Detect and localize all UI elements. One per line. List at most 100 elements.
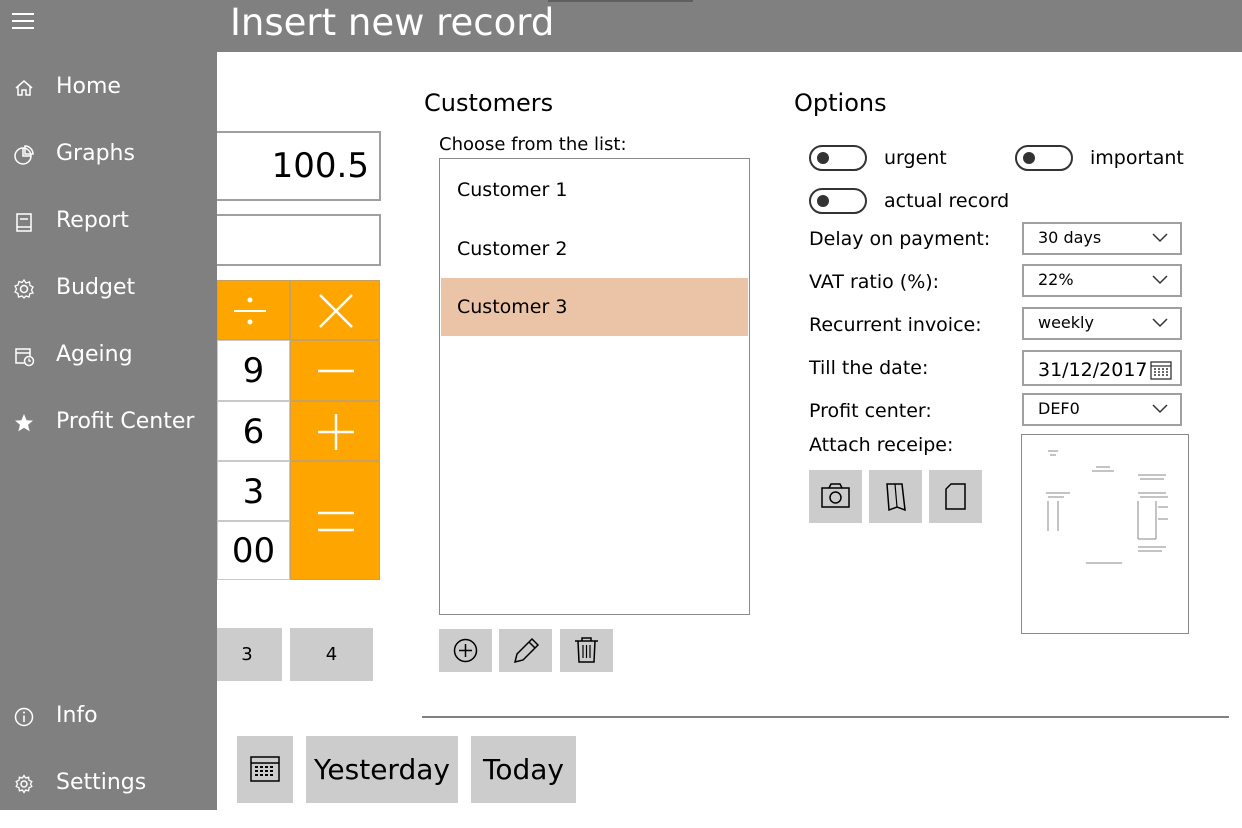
urgent-toggle[interactable] (809, 145, 867, 171)
profit-center-label: Profit center: (809, 400, 932, 422)
equals-icon (318, 511, 354, 532)
sidebar-item-label: Ageing (56, 342, 133, 367)
customers-heading: Customers (424, 89, 554, 117)
file-button[interactable] (929, 470, 982, 523)
navigation-pane: Home Graphs Report Budget Ageing Profit … (0, 0, 217, 810)
list-item-selected[interactable]: Customer 3 (441, 278, 748, 336)
sidebar-item-report[interactable]: Report (0, 200, 217, 244)
title-notch (548, 0, 693, 2)
sidebar-item-settings[interactable]: Settings (0, 762, 217, 806)
equals-key[interactable] (290, 461, 380, 580)
sidebar-item-label: Info (56, 703, 98, 728)
toggle-knob (1023, 152, 1035, 164)
plus-key[interactable] (290, 401, 380, 461)
page-3-button[interactable]: 3 (212, 628, 282, 681)
chevron-down-icon (1152, 318, 1168, 328)
receipt-thumbnail-image (1046, 450, 1168, 564)
document-fold-icon (886, 483, 906, 512)
multiply-icon (319, 294, 353, 328)
till-date-picker[interactable]: 31/12/2017 (1022, 350, 1182, 386)
add-circle-icon (453, 638, 478, 663)
pie-chart-icon (14, 145, 34, 165)
chevron-down-icon (1152, 404, 1168, 414)
important-toggle[interactable] (1015, 145, 1073, 171)
section-divider (422, 716, 1229, 718)
recurrent-value: weekly (1038, 313, 1094, 332)
important-label: important (1090, 147, 1184, 169)
today-button[interactable]: Today (471, 736, 576, 803)
minus-icon (318, 369, 354, 373)
minus-key[interactable] (290, 340, 380, 401)
sidebar-item-label: Budget (56, 275, 136, 300)
customers-prompt: Choose from the list: (439, 134, 627, 155)
camera-icon (821, 483, 850, 508)
list-item[interactable]: Customer 2 (441, 220, 748, 278)
delay-label: Delay on payment: (809, 228, 991, 250)
customer-list[interactable]: Customer 1 Customer 2 Customer 3 (439, 158, 750, 615)
page-title: Insert new record (230, 1, 555, 44)
till-date-value: 31/12/2017 (1038, 359, 1148, 381)
multiply-key[interactable] (290, 280, 380, 340)
actual-record-toggle[interactable] (809, 188, 867, 214)
chevron-down-icon (1152, 275, 1168, 285)
sidebar-item-ageing[interactable]: Ageing (0, 334, 217, 378)
options-heading: Options (794, 89, 887, 117)
gear-icon (14, 278, 34, 299)
list-item[interactable]: Customer 1 (441, 161, 748, 219)
home-icon (15, 80, 33, 96)
info-icon (14, 707, 34, 727)
file-icon (945, 483, 966, 510)
camera-button[interactable] (809, 470, 862, 523)
note-input[interactable] (212, 214, 381, 266)
sidebar-item-label: Report (56, 208, 129, 233)
delete-customer-button[interactable] (560, 629, 613, 672)
sidebar-item-label: Graphs (56, 141, 135, 166)
page-4-button[interactable]: 4 (290, 628, 373, 681)
key-3[interactable]: 3 (217, 461, 290, 521)
edit-customer-button[interactable] (499, 629, 552, 672)
recurrent-select[interactable]: weekly (1022, 307, 1182, 340)
divide-icon (234, 297, 266, 325)
add-customer-button[interactable] (439, 629, 492, 672)
sidebar-item-label: Home (56, 74, 121, 99)
key-6[interactable]: 6 (217, 401, 290, 461)
sidebar-item-budget[interactable]: Budget (0, 267, 217, 311)
sidebar-item-home[interactable]: Home (0, 66, 217, 110)
sidebar-item-graphs[interactable]: Graphs (0, 133, 217, 177)
delay-value: 30 days (1038, 228, 1102, 247)
settings-icon (15, 774, 33, 794)
trash-icon (575, 637, 598, 663)
delay-select[interactable]: 30 days (1022, 222, 1182, 255)
vat-select[interactable]: 22% (1022, 264, 1182, 297)
calculator-keypad: 9 6 3 00 (217, 280, 380, 580)
book-icon (16, 213, 32, 232)
pick-date-button[interactable] (237, 736, 293, 803)
sidebar-item-profit-center[interactable]: Profit Center (0, 401, 217, 445)
profit-center-select[interactable]: DEF0 (1022, 393, 1182, 426)
pencil-icon (513, 637, 540, 664)
calendar-icon (1150, 361, 1172, 380)
divide-key[interactable] (217, 280, 290, 340)
profit-center-value: DEF0 (1038, 399, 1080, 418)
toggle-knob (817, 195, 829, 207)
amount-input[interactable]: 100.5 (212, 131, 381, 201)
sidebar-item-label: Settings (56, 770, 147, 795)
sidebar-item-label: Profit Center (56, 409, 195, 434)
vat-value: 22% (1038, 270, 1074, 289)
actual-record-label: actual record (884, 190, 1010, 212)
chevron-down-icon (1152, 233, 1168, 243)
plus-icon (318, 414, 354, 450)
urgent-label: urgent (884, 147, 947, 169)
sidebar-item-info[interactable]: Info (0, 695, 217, 739)
star-icon (15, 414, 33, 432)
receipt-preview[interactable] (1021, 434, 1189, 634)
vat-label: VAT ratio (%): (809, 271, 940, 293)
key-9[interactable]: 9 (217, 340, 290, 401)
key-00[interactable]: 00 (217, 521, 290, 580)
attach-label: Attach receipe: (809, 434, 954, 456)
scan-document-button[interactable] (869, 470, 922, 523)
toggle-knob (817, 152, 829, 164)
calendar-icon (250, 756, 280, 782)
yesterday-button[interactable]: Yesterday (306, 736, 458, 803)
hamburger-menu-icon[interactable] (12, 13, 34, 29)
